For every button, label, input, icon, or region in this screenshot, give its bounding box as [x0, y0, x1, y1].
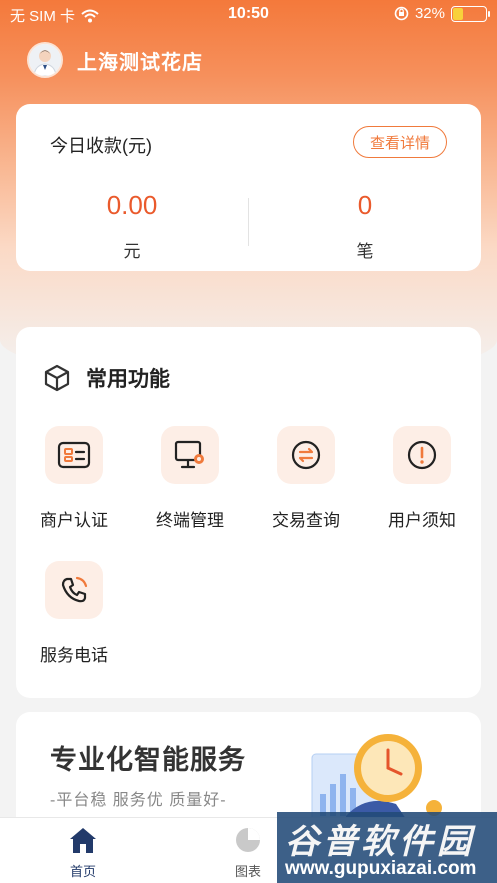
count-unit: 笔	[356, 242, 374, 261]
function-icon-tile	[393, 426, 451, 484]
store-header[interactable]: 上海测试花店	[27, 42, 203, 78]
battery-percent: 32%	[414, 5, 445, 22]
function-merchant-verification[interactable]: 商户认证	[16, 426, 132, 531]
income-card: 今日收款(元) 查看详情 0.00 元 0 笔	[16, 104, 481, 271]
id-card-icon	[57, 441, 91, 469]
income-title: 今日收款(元)	[50, 136, 152, 156]
tab-label: 图表	[234, 864, 261, 879]
user-avatar-icon	[29, 44, 61, 76]
cube-icon	[44, 364, 70, 392]
tab-label: 首页	[69, 864, 96, 879]
battery-icon	[451, 5, 490, 22]
pie-chart-icon	[236, 828, 260, 852]
functions-header: 常用功能	[42, 363, 170, 393]
promo-subtitle: -平台稳 服务优 质量好-	[50, 792, 227, 809]
function-label: 服务电话	[40, 646, 108, 665]
store-name: 上海测试花店	[77, 51, 203, 74]
watermark: 谷普软件园 www.gupuxiazai.com	[277, 812, 497, 883]
function-icon-tile	[277, 426, 335, 484]
alert-icon	[407, 440, 437, 470]
function-label: 交易查询	[272, 511, 340, 530]
battery-fill	[453, 7, 464, 20]
promo-title: 专业化智能服务	[50, 745, 246, 775]
orientation-lock-icon	[394, 6, 409, 21]
functions-title: 常用功能	[86, 368, 170, 391]
tab-home[interactable]: 首页	[43, 826, 123, 880]
avatar[interactable]	[27, 42, 63, 78]
function-icon-tile	[161, 426, 219, 484]
status-right-group: 32%	[394, 5, 490, 22]
home-icon	[70, 828, 96, 853]
function-terminal-management[interactable]: 终端管理	[132, 426, 248, 531]
terminal-settings-icon	[174, 440, 204, 469]
function-label: 商户认证	[40, 511, 108, 530]
watermark-title: 谷普软件园	[285, 823, 475, 861]
function-service-phone[interactable]: 服务电话	[16, 561, 132, 666]
amount-stat: 0.00 元	[16, 190, 248, 262]
count-stat: 0 笔	[249, 190, 481, 262]
exchange-icon	[291, 440, 321, 470]
status-bar: 无 SIM 卡 10:50 32%	[0, 0, 497, 28]
count-value: 0	[357, 190, 373, 220]
view-details-button[interactable]: 查看详情	[353, 126, 447, 158]
function-label: 用户须知	[388, 511, 456, 530]
function-icon-tile	[45, 426, 103, 484]
watermark-url: www.gupuxiazai.com	[285, 858, 477, 879]
functions-card: 常用功能 商户认证 终端管理 交易查询 用户须知 服务电话	[16, 327, 481, 698]
function-label: 终端管理	[156, 511, 224, 530]
amount-value: 0.00	[106, 190, 158, 220]
function-transaction-query[interactable]: 交易查询	[248, 426, 364, 531]
phone-icon	[61, 576, 88, 603]
tab-chart[interactable]: 图表	[208, 826, 288, 880]
function-icon-tile	[45, 561, 103, 619]
function-user-notice[interactable]: 用户须知	[364, 426, 480, 531]
amount-unit: 元	[123, 242, 141, 261]
